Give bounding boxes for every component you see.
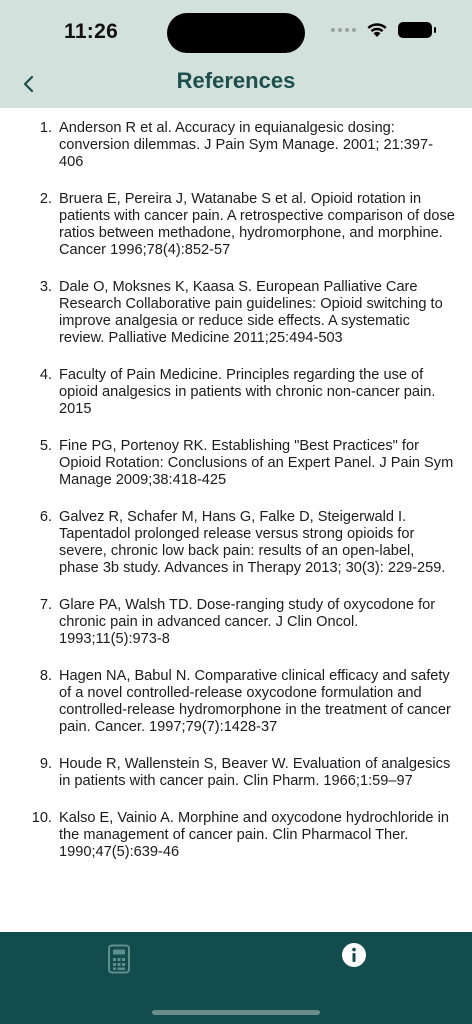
reference-number: 9. (39, 756, 52, 772)
header: 11:26 References (0, 0, 472, 108)
calculator-icon (108, 944, 130, 974)
reference-item: 6. Galvez R, Schafer M, Hans G, Falke D, … (0, 509, 472, 577)
reference-item: 5. Fine PG, Portenoy RK. Establishing "Be… (0, 438, 472, 489)
reference-text: Galvez R, Schafer M, Hans G, Falke D, St… (59, 509, 446, 576)
reference-item: 8. Hagen NA, Babul N. Comparative clinica… (0, 668, 472, 736)
reference-number: 3. (39, 279, 52, 295)
reference-item: 3. Dale O, Moksnes K, Kaasa S. European P… (0, 279, 472, 347)
status-time: 11:26 (64, 20, 119, 43)
reference-item: 10. Kalso E, Vainio A. Morphine and oxyco… (0, 810, 472, 861)
dynamic-island (167, 13, 305, 53)
reference-text: Fine PG, Portenoy RK. Establishing "Best… (59, 438, 454, 488)
reference-number: 4. (39, 367, 52, 383)
reference-number: 2. (39, 191, 52, 207)
reference-item: 2. Bruera E, Pereira J, Watanabe S et al.… (0, 191, 472, 259)
reference-item: 1. Anderson R et al. Accuracy in equianal… (0, 120, 472, 171)
reference-number: 1. (39, 120, 52, 136)
reference-text: Houde R, Wallenstein S, Beaver W. Evalua… (59, 756, 451, 789)
reference-text: Glare PA, Walsh TD. Dose-ranging study o… (59, 597, 436, 647)
reference-item: 7. Glare PA, Walsh TD. Dose-ranging study… (0, 597, 472, 648)
tab-bar (0, 932, 472, 1024)
reference-number: 5. (39, 438, 52, 454)
home-indicator (152, 1010, 320, 1015)
reference-number: 6. (39, 509, 52, 525)
reference-text: Bruera E, Pereira J, Watanabe S et al. O… (59, 191, 455, 258)
reference-item: 9. Houde R, Wallenstein S, Beaver W. Eval… (0, 756, 472, 790)
page-title: References (176, 68, 296, 93)
reference-text: Kalso E, Vainio A. Morphine and oxycodon… (59, 810, 449, 860)
reference-text: Anderson R et al. Accuracy in equianalge… (59, 120, 433, 170)
wifi-icon (367, 23, 387, 37)
reference-list: 1. Anderson R et al. Accuracy in equianal… (0, 108, 472, 861)
reference-text: Dale O, Moksnes K, Kaasa S. European Pal… (59, 279, 443, 346)
references-content[interactable]: 1. Anderson R et al. Accuracy in equianal… (0, 108, 472, 932)
cellular-signal-icon (331, 28, 356, 32)
reference-item: 4. Faculty of Pain Medicine. Principles r… (0, 367, 472, 418)
reference-text: Hagen NA, Babul N. Comparative clinical … (59, 668, 451, 735)
info-icon (342, 943, 366, 967)
tab-info[interactable] (341, 942, 367, 968)
tab-calculator[interactable] (105, 944, 133, 974)
reference-text: Faculty of Pain Medicine. Principles reg… (59, 367, 436, 417)
status-icons (331, 22, 436, 38)
battery-icon (398, 22, 436, 38)
reference-number: 7. (39, 597, 52, 613)
reference-number: 10. (31, 810, 52, 826)
reference-number: 8. (39, 668, 52, 684)
